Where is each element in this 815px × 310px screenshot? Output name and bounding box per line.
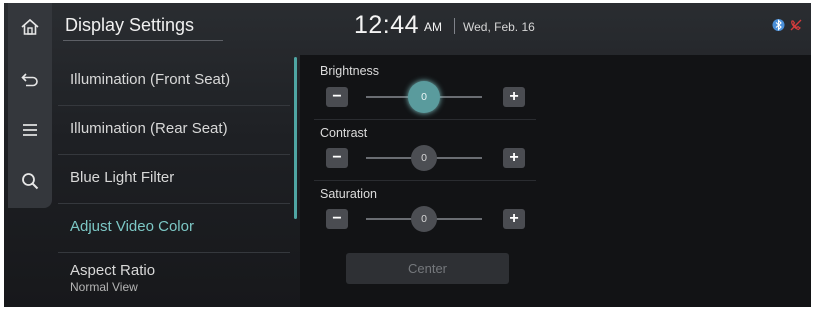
infotainment-screen: Display Settings 12:44 AM Wed, Feb. 16 I… xyxy=(4,3,811,307)
contrast-increase-button[interactable]: + xyxy=(503,148,525,168)
menu-item-label: Aspect Ratio xyxy=(70,262,156,279)
home-button[interactable] xyxy=(8,5,52,49)
header-divider xyxy=(454,18,455,34)
status-icons xyxy=(772,18,803,32)
saturation-decrease-button[interactable]: − xyxy=(326,209,348,229)
menu-item-blue-light-filter[interactable]: Blue Light Filter xyxy=(58,155,290,204)
brightness-slider-knob[interactable]: 0 xyxy=(408,81,440,113)
menu-button[interactable] xyxy=(8,108,52,152)
contrast-label: Contrast xyxy=(320,126,368,140)
menu-item-label: Illumination (Front Seat) xyxy=(70,71,231,88)
saturation-label: Saturation xyxy=(320,187,377,201)
brightness-increase-button[interactable]: + xyxy=(503,87,525,107)
menu-item-label: Adjust Video Color xyxy=(70,218,194,235)
menu-item-label: Blue Light Filter xyxy=(70,169,175,186)
left-rail xyxy=(8,3,52,208)
home-icon xyxy=(21,18,39,35)
menu-item-aspect-ratio[interactable]: Aspect Ratio Normal View xyxy=(58,253,290,301)
menu-item-sublabel: Normal View xyxy=(70,280,138,294)
divider xyxy=(314,119,536,120)
search-button[interactable] xyxy=(8,159,52,203)
title-underline xyxy=(63,40,223,41)
contrast-decrease-button[interactable]: − xyxy=(326,148,348,168)
search-icon xyxy=(22,173,39,190)
menu-item-illumination-rear[interactable]: Illumination (Rear Seat) xyxy=(58,106,290,155)
saturation-increase-button[interactable]: + xyxy=(503,209,525,229)
brightness-label: Brightness xyxy=(320,64,380,78)
page-title: Display Settings xyxy=(65,15,195,35)
back-button[interactable] xyxy=(8,57,52,101)
phone-muted-icon xyxy=(790,19,802,31)
bluetooth-icon xyxy=(772,19,785,31)
brightness-decrease-button[interactable]: − xyxy=(326,87,348,107)
divider xyxy=(314,180,536,181)
menu-scrollbar[interactable] xyxy=(294,57,297,219)
menu-item-adjust-video-color[interactable]: Adjust Video Color xyxy=(58,204,290,253)
clock-ampm: AM xyxy=(424,20,442,34)
back-icon xyxy=(21,73,38,87)
settings-menu: Illumination (Front Seat) Illumination (… xyxy=(58,57,290,301)
clock-date: Wed, Feb. 16 xyxy=(463,20,535,34)
menu-item-illumination-front[interactable]: Illumination (Front Seat) xyxy=(58,57,290,106)
contrast-slider-knob[interactable]: 0 xyxy=(411,145,437,171)
clock-time: 12:44 xyxy=(354,11,420,39)
menu-icon xyxy=(23,124,37,136)
saturation-slider-knob[interactable]: 0 xyxy=(411,206,437,232)
menu-item-label: Illumination (Rear Seat) xyxy=(70,120,228,137)
center-button[interactable]: Center xyxy=(346,253,509,284)
video-color-panel: Brightness − 0 + Contrast − 0 + Saturati… xyxy=(300,55,811,307)
